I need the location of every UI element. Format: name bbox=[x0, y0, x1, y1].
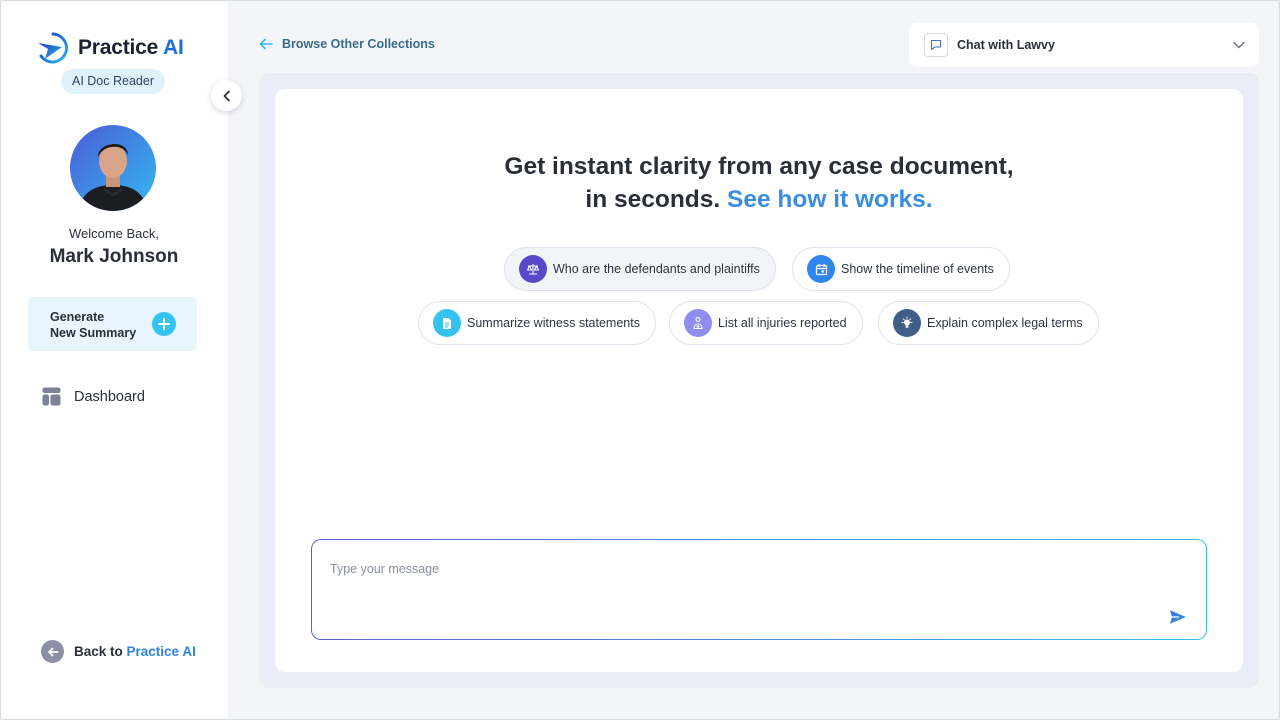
page-headline: Get instant clarity from any case docume… bbox=[275, 150, 1243, 216]
avatar[interactable] bbox=[70, 125, 156, 211]
welcome-text: Welcome Back, bbox=[68, 226, 160, 241]
dashboard-icon bbox=[42, 387, 61, 406]
suggestion-label: Explain complex legal terms bbox=[927, 316, 1083, 330]
sidebar-item-label: Dashboard bbox=[74, 388, 145, 405]
suggestion-chip-legal-terms[interactable]: Explain complex legal terms bbox=[878, 301, 1099, 345]
scales-icon bbox=[519, 255, 547, 283]
suggestion-label: List all injuries reported bbox=[718, 316, 847, 330]
headline-line-1: Get instant clarity from any case docume… bbox=[504, 153, 1014, 180]
brand-name: Practice AI bbox=[78, 36, 184, 59]
headline-line-2: in seconds. See how it works. bbox=[585, 186, 933, 213]
arrow-left-icon bbox=[259, 38, 273, 50]
back-to-practice-ai-link[interactable]: Back to Practice AI bbox=[41, 640, 196, 663]
browse-collections-link[interactable]: Browse Other Collections bbox=[259, 37, 435, 51]
chevron-left-icon bbox=[223, 90, 230, 101]
chevron-down-icon bbox=[1233, 41, 1245, 49]
user-name: Mark Johnson bbox=[49, 246, 179, 267]
chat-bubble-icon bbox=[924, 33, 948, 57]
logo-icon bbox=[38, 32, 68, 64]
suggestion-chip-witness[interactable]: Summarize witness statements bbox=[418, 301, 656, 345]
person-silhouette bbox=[78, 143, 148, 211]
suggestion-chip-injuries[interactable]: List all injuries reported bbox=[669, 301, 863, 345]
generate-summary-label: Generate New Summary bbox=[50, 310, 137, 340]
calendar-icon bbox=[807, 255, 835, 283]
arrow-left-icon bbox=[41, 640, 64, 663]
injury-icon bbox=[684, 309, 712, 337]
sidebar-item-dashboard[interactable]: Dashboard bbox=[42, 387, 145, 406]
generate-summary-button[interactable]: Generate New Summary bbox=[28, 297, 197, 351]
product-badge: AI Doc Reader bbox=[61, 69, 165, 94]
message-composer-inner bbox=[312, 540, 1206, 639]
send-button[interactable] bbox=[1167, 606, 1189, 628]
see-how-it-works-link[interactable]: See how it works. bbox=[727, 186, 933, 213]
chat-mode-select[interactable]: Chat with Lawvy bbox=[909, 23, 1259, 67]
message-input[interactable] bbox=[330, 554, 1150, 584]
suggestion-label: Show the timeline of events bbox=[841, 262, 994, 276]
brand-logo[interactable]: Practice AI bbox=[36, 32, 184, 64]
chat-select-value: Chat with Lawvy bbox=[957, 38, 1055, 52]
sidebar: Practice AI AI Doc Reader Welcome Back, … bbox=[0, 0, 228, 720]
collapse-sidebar-button[interactable] bbox=[211, 80, 242, 111]
document-icon bbox=[433, 309, 461, 337]
suggestion-chip-defendants[interactable]: Who are the defendants and plaintiffs bbox=[504, 247, 776, 291]
message-composer bbox=[311, 539, 1207, 640]
back-link-label: Back to Practice AI bbox=[74, 644, 196, 659]
send-icon bbox=[1170, 610, 1186, 624]
plus-icon bbox=[152, 312, 176, 336]
suggestion-label: Summarize witness statements bbox=[467, 316, 640, 330]
browse-collections-label: Browse Other Collections bbox=[282, 37, 435, 51]
lightbulb-icon bbox=[893, 309, 921, 337]
suggestion-label: Who are the defendants and plaintiffs bbox=[553, 262, 760, 276]
suggestion-chip-timeline[interactable]: Show the timeline of events bbox=[792, 247, 1010, 291]
